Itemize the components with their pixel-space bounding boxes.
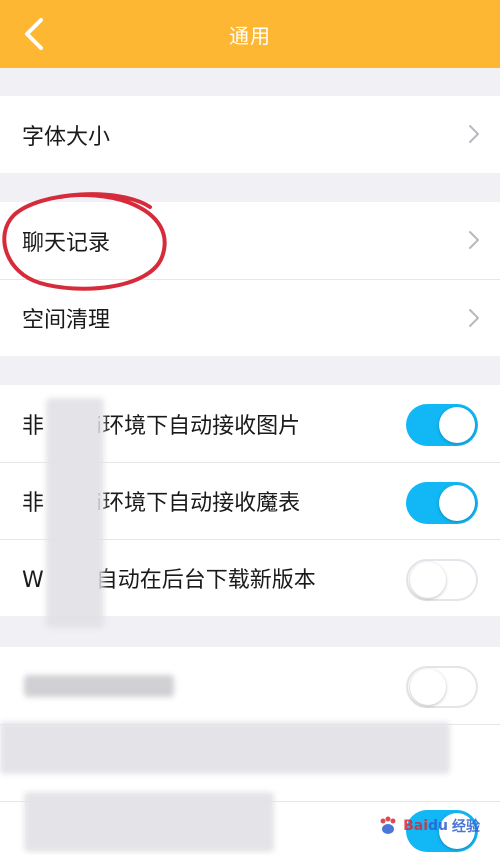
page-title: 通用 [229,23,271,48]
misc-toggle-1[interactable] [406,666,478,708]
font-size-row[interactable]: 字体大小 [0,96,500,173]
misc-row-1 [0,647,500,724]
auto-receive-images-toggle[interactable] [406,404,478,446]
toggle-knob [410,562,446,598]
chevron-right-icon [469,125,479,143]
baidu-watermark: Baidu 经验 [377,815,480,837]
font-size-label: 字体大小 [22,124,111,150]
toggle-knob [410,669,446,705]
chevron-right-icon [469,309,479,327]
toggle-knob [439,407,475,443]
nav-bar: 通用 [0,0,500,68]
back-button[interactable] [14,14,54,54]
redacted-label [24,675,174,697]
toggle-knob [439,485,475,521]
background-update-toggle[interactable] [406,559,478,601]
chevron-left-icon [25,18,43,50]
storage-cleanup-label: 空间清理 [22,308,111,333]
auto-receive-effects-toggle[interactable] [406,482,478,524]
red-circle-annotation [2,192,167,291]
mosaic-redaction [46,398,104,628]
chevron-right-icon [469,231,479,249]
watermark-brand: Baidu [403,818,448,834]
watermark-text: 经验 [452,819,480,835]
mosaic-redaction [0,722,450,774]
paw-icon [380,816,396,834]
settings-group-font: 字体大小 [0,96,500,173]
mosaic-redaction [24,792,274,852]
